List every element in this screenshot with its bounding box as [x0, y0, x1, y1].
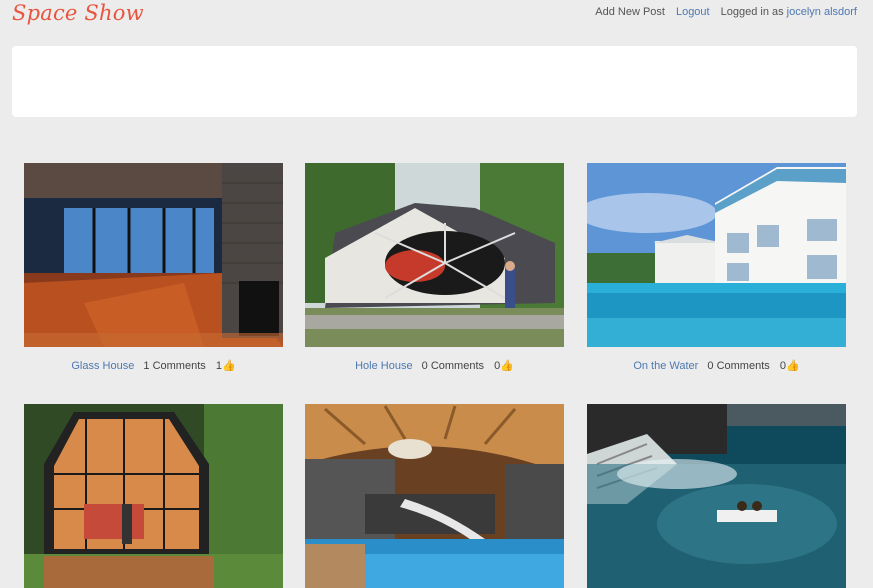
comments-count[interactable]: 1 Comments	[143, 360, 205, 372]
comments-count[interactable]: 0 Comments	[707, 360, 769, 372]
thumbs-up-icon[interactable]: 👍	[786, 360, 800, 372]
thumbs-up-icon[interactable]: 👍	[500, 360, 514, 372]
comments-count[interactable]: 0 Comments	[422, 360, 484, 372]
indoor-pool-photo	[305, 404, 564, 588]
username-link[interactable]: jocelyn alsdorf	[787, 6, 857, 18]
post-title-link[interactable]: Hole House	[355, 360, 412, 372]
hole-house-photo	[305, 163, 564, 347]
logout-link[interactable]: Logout	[676, 6, 710, 18]
post-image-on-the-water[interactable]	[587, 163, 846, 347]
post-caption: On the Water 0 Comments 0👍	[587, 359, 846, 372]
post-image-hole-house[interactable]	[305, 163, 564, 347]
post-image-cabin[interactable]	[24, 404, 283, 588]
top-nav-bar: Space Show Add New Post Logout Logged in…	[0, 0, 873, 28]
logged-in-status: Logged in as jocelyn alsdorf	[721, 6, 857, 18]
brand-logo[interactable]: Space Show	[12, 1, 144, 25]
on-the-water-photo	[587, 163, 846, 347]
cabin-photo	[24, 404, 283, 588]
thumbs-up-icon[interactable]: 👍	[222, 360, 236, 372]
post-form-panel	[12, 46, 857, 117]
glass-house-photo	[24, 163, 283, 347]
user-nav: Add New Post Logout Logged in as jocelyn…	[595, 6, 857, 18]
post-caption: Glass House 1 Comments 1👍	[24, 359, 283, 372]
swimmer-photo	[587, 404, 846, 588]
post-title-link[interactable]: Glass House	[71, 360, 134, 372]
logged-in-label: Logged in as	[720, 6, 784, 18]
post-image-glass-house[interactable]	[24, 163, 283, 347]
post-caption: Hole House 0 Comments 0👍	[305, 359, 564, 372]
post-image-swimmer[interactable]	[587, 404, 846, 588]
add-new-post-link[interactable]: Add New Post	[595, 6, 665, 18]
post-image-indoor-pool[interactable]	[305, 404, 564, 588]
post-title-link[interactable]: On the Water	[633, 360, 698, 372]
